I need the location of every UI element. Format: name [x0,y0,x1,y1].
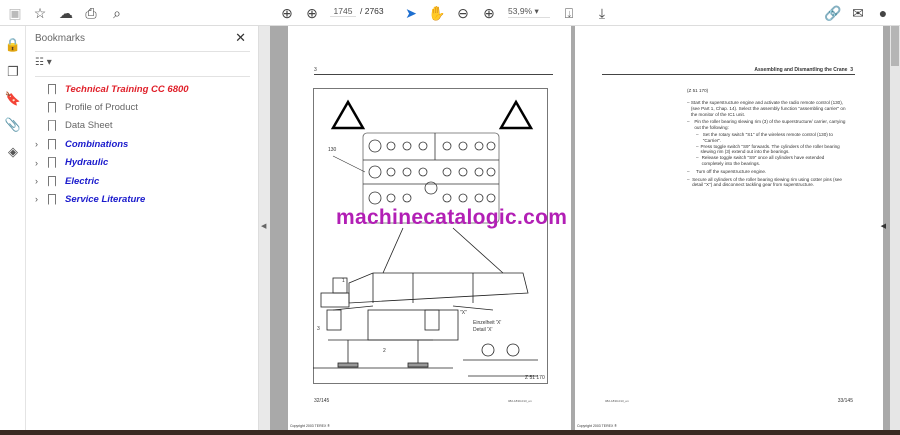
bookmark-flag-icon [48,83,56,95]
detail-label-en: Detail 'X' [473,327,493,333]
page-number: 32/145 [314,398,330,404]
page-header: Assembling and Dismantling the Crane 3 [754,67,853,73]
header-title: Assembling and Dismantling the Crane [754,67,848,73]
label-x: "X" [460,310,467,316]
bookmark-label: Hydraulic [65,157,109,169]
attachment-icon[interactable]: 📎 [4,116,22,134]
vertical-scrollbar[interactable] [890,26,900,430]
side-rail: 🔒 ❐ 🔖 📎 ◈ [0,26,26,430]
chevron-right-icon[interactable]: › [35,194,44,204]
substep-1: Set the rotary switch "S1" of the wirele… [702,131,833,143]
bookmark-label: Combinations [65,138,129,150]
bookmark-flag-icon [48,175,56,187]
scrollbar-thumb[interactable] [891,26,899,66]
bookmark-label: Technical Training CC 6800 [65,83,189,95]
bookmark-label: Electric [65,175,100,187]
zoom-out-icon[interactable]: ⊖ [454,4,472,22]
bookmark-icon[interactable]: 🔖 [4,90,22,108]
label-3: 3 [317,326,320,332]
chapter-number: 3 [314,67,317,73]
page-number-input[interactable]: 1745 [330,6,356,17]
copyright: Copyright 2003 TEREX ® [577,424,617,428]
bookmark-flag-icon [48,157,56,169]
scroll-mode-icon[interactable]: ⤓ [593,4,611,22]
bookmark-item[interactable]: › Hydraulic [35,154,108,172]
pages-icon[interactable]: ❐ [4,63,22,81]
figure-id: Z 51 170 [525,375,545,381]
bookmark-options-button[interactable]: ☷ ▾ [35,57,52,68]
account-icon[interactable]: ● [874,4,892,22]
bookmark-item[interactable]: Technical Training CC 6800 [35,80,189,98]
page-total: / 2763 [360,6,384,16]
bookmark-flag-icon [48,120,56,132]
star-icon[interactable]: ☆ [31,4,49,22]
copyright: Copyright 2003 TEREX ® [290,424,330,428]
bookmark-label: Service Literature [65,193,146,205]
bookmark-item[interactable]: Profile of Product [35,98,138,116]
select-cursor-icon[interactable]: ➤ [402,4,420,22]
step-2: Pin the roller bearing slewing rim (3) o… [694,119,846,131]
step-1: Start the superstructure engine and acti… [690,100,846,117]
cloud-upload-icon[interactable]: ☁ [57,4,75,22]
chevron-right-icon[interactable]: › [35,176,44,186]
taskbar-strip [0,430,900,435]
doc-code: 082-1830-013_en [605,399,629,403]
page-number: 33/145 [837,398,853,404]
bookmark-item[interactable]: › Service Literature [35,190,145,208]
bookmark-item[interactable]: › Combinations [35,135,128,153]
hand-tool-icon[interactable]: ✋ [428,4,446,22]
toolbar: ▣ ☆ ☁ ⎙ ⌕ ⊕ ⊕ 1745 / 2763 ➤ ✋ ⊖ ⊕ 53,9% … [0,0,900,26]
panel-title: Bookmarks [35,33,86,44]
watermark: machinecatalogic.com [336,206,568,229]
fit-page-icon[interactable]: ⍗ [560,4,578,22]
bookmark-flag-icon [48,138,56,150]
bookmark-flag-icon [48,193,56,205]
zoom-select[interactable]: 53,9% ▾ [508,6,550,18]
next-page-icon[interactable]: ⊕ [303,4,321,22]
chevron-right-icon[interactable]: › [35,158,44,168]
step-4: Secure all cylinders of the roller beari… [692,176,842,188]
zoom-in-icon[interactable]: ⊕ [480,4,498,22]
close-icon[interactable]: ✕ [235,30,246,46]
divider [35,76,250,77]
label-1: 1 [342,278,345,284]
bookmark-label: Profile of Product [65,101,138,113]
chapter-number: 3 [850,67,853,73]
expand-right-pane-icon[interactable]: ◀ [881,222,886,230]
email-icon[interactable]: ✉ [849,4,867,22]
label-130: 130 [328,147,337,153]
divider [35,51,250,52]
zoom-value: 53,9% [508,6,533,16]
collapse-panel-icon[interactable]: ◀ [261,222,266,230]
save-icon[interactable]: ▣ [6,4,24,22]
search-icon[interactable]: ⌕ [108,4,126,22]
share-link-icon[interactable]: 🔗 [824,4,842,22]
substep-2: Press toggle switch "S9" forwards. The c… [700,143,840,155]
instructions: – Start the superstructure engine and act… [687,100,846,188]
detail-label-de: Einzelheit 'X' [473,320,502,326]
label-2: 2 [383,348,386,354]
figure-crane [313,88,548,384]
doc-code: 082-1830-013_en [508,399,532,403]
figure-reference: (Z 51 170) [687,88,709,93]
bookmark-flag-icon [48,101,56,113]
step-3: Turn off the superstructure engine. [696,168,767,174]
chevron-right-icon[interactable]: › [35,139,44,149]
panel-splitter[interactable]: ◀ [258,26,270,430]
layers-icon[interactable]: ◈ [4,143,22,161]
bookmarks-panel: Bookmarks ✕ ☷ ▾ Technical Training CC 68… [27,26,258,430]
bookmark-item[interactable]: › Electric [35,172,99,190]
header-rule [314,74,553,75]
print-icon[interactable]: ⎙ [82,4,100,22]
substep-3: Release toggle switch "S9" once all cyli… [701,155,825,166]
bookmark-item[interactable]: Data Sheet [35,117,113,135]
page-right: Assembling and Dismantling the Crane 3 (… [575,26,883,430]
previous-page-icon[interactable]: ⊕ [278,4,296,22]
bookmark-label: Data Sheet [65,120,113,132]
header-rule [602,74,855,75]
lock-icon[interactable]: 🔒 [4,36,22,54]
